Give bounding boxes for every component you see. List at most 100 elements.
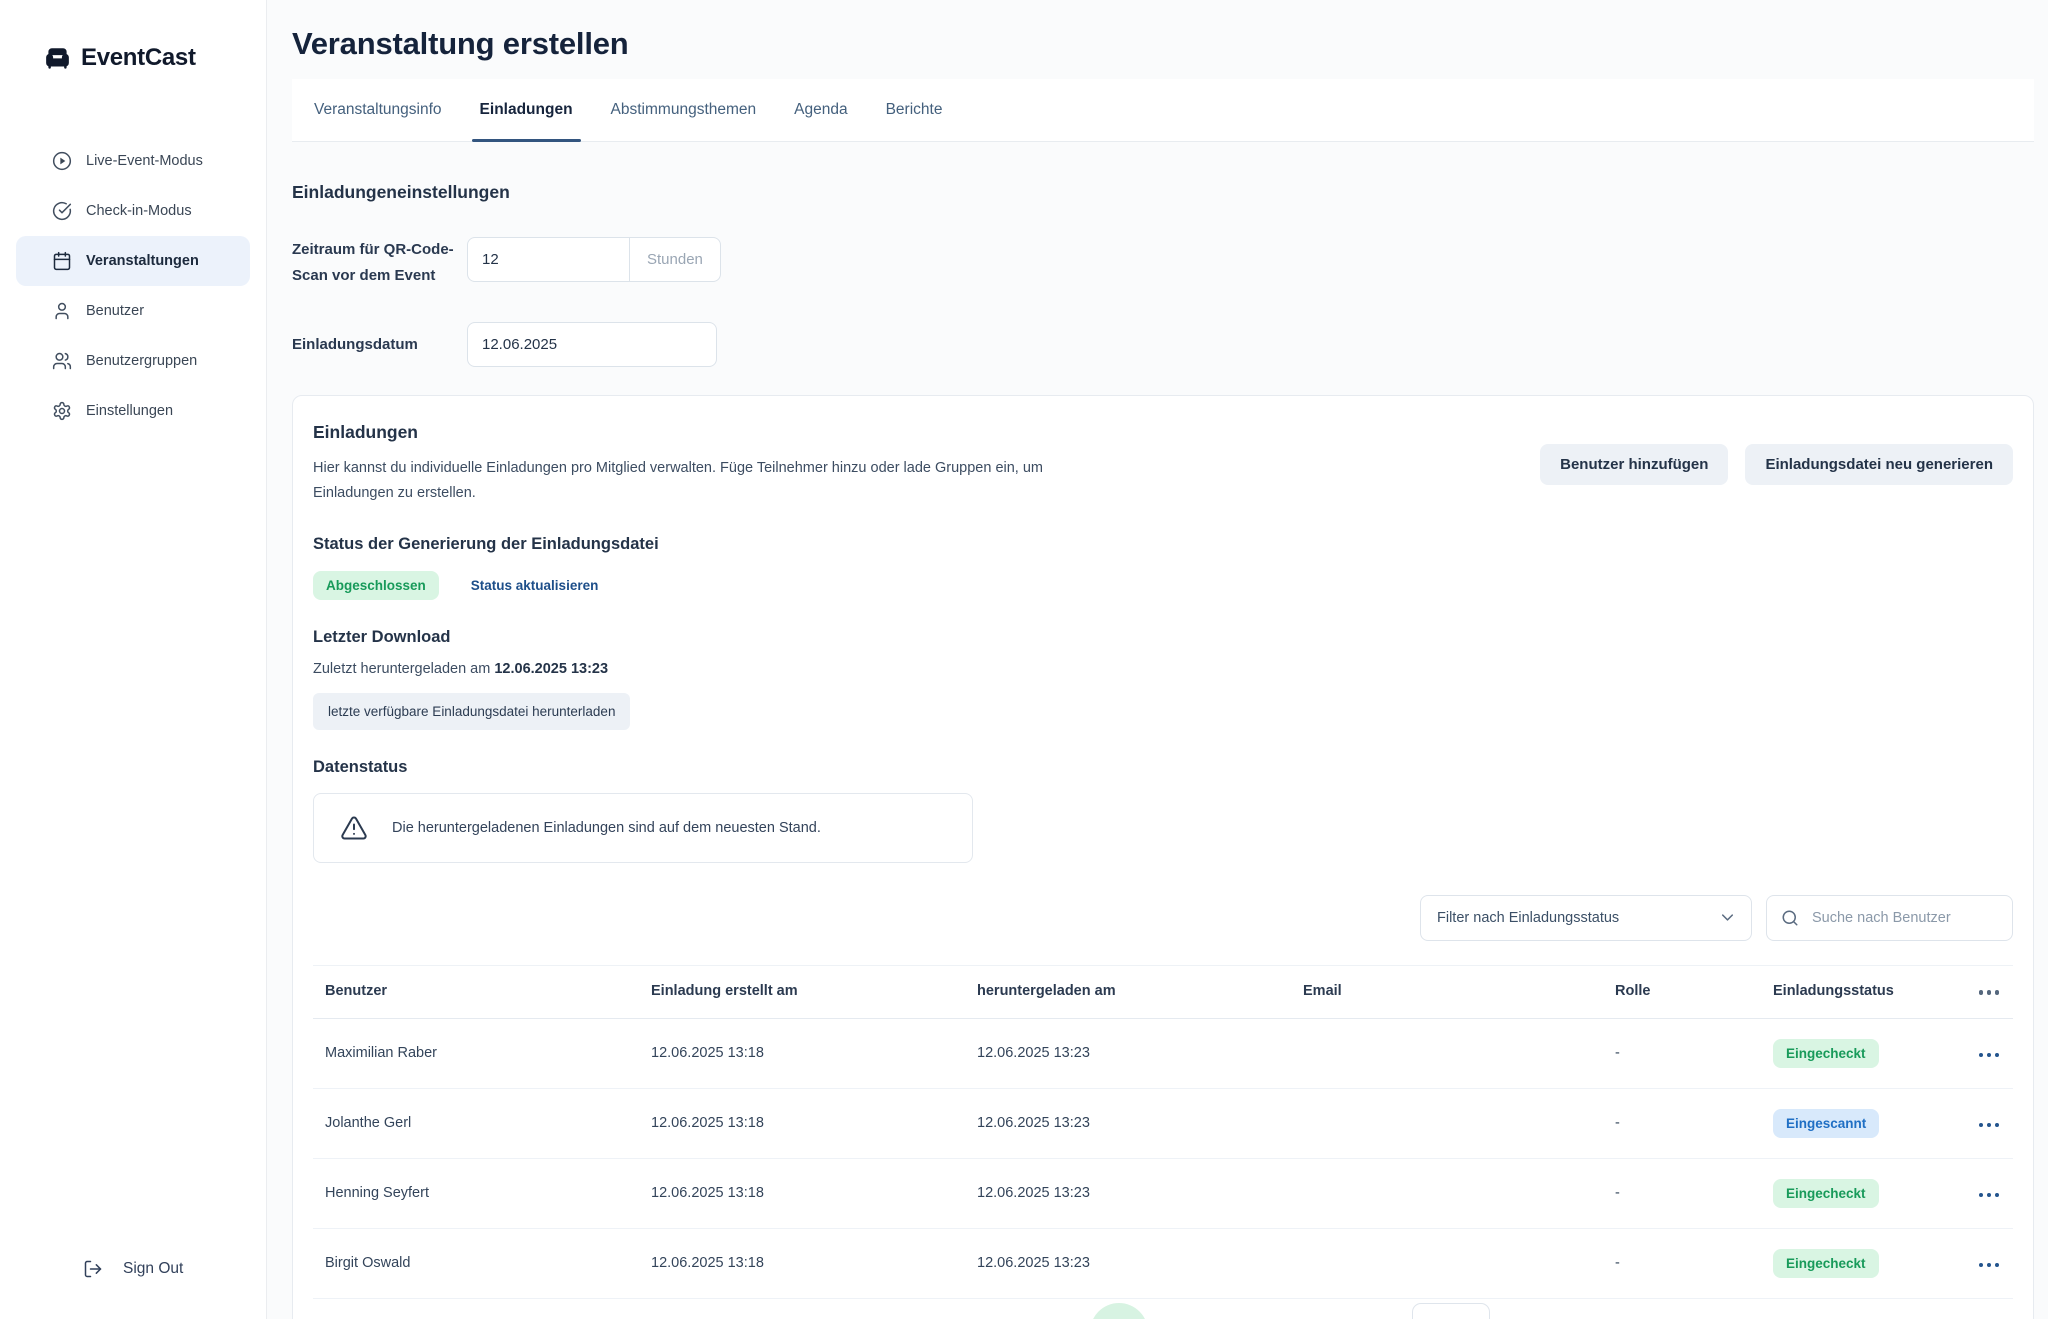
download-latest-file-button[interactable]: letzte verfügbare Einladungsdatei herunt… (313, 693, 630, 730)
cell-user: Maximilian Raber (313, 1018, 639, 1088)
invitation-status-filter-value: Filter nach Einladungsstatus (1437, 910, 1619, 926)
sidebar-item-label: Veranstaltungen (86, 253, 199, 269)
col-email: Email (1291, 965, 1603, 1018)
invitations-card-header: Einladungen Hier kannst du individuelle … (313, 422, 2013, 507)
qr-scan-window-label: Zeitraum für QR-Code-Scan vor dem Event (292, 237, 467, 288)
tab-abstimmungsthemen[interactable]: Abstimmungsthemen (611, 79, 757, 141)
invitation-date-input[interactable] (467, 322, 717, 367)
last-download-title: Letzter Download (313, 628, 2013, 647)
data-status-title: Datenstatus (313, 758, 2013, 777)
invitations-description: Hier kannst du individuelle Einladungen … (313, 456, 1043, 507)
sidebar-item-label: Check-in-Modus (86, 203, 192, 219)
cell-downloaded: 12.06.2025 13:23 (965, 1088, 1291, 1158)
col-erstellt-am: Einladung erstellt am (639, 965, 965, 1018)
calendar-icon (52, 251, 72, 271)
cell-created: 12.06.2025 13:18 (639, 1088, 965, 1158)
row-menu-icon[interactable] (1979, 1189, 2000, 1202)
cell-created: 12.06.2025 13:18 (639, 1228, 965, 1298)
tab-bar: Veranstaltungsinfo Einladungen Abstimmun… (292, 79, 2034, 142)
status-badge: Eingecheckt (1773, 1179, 1879, 1208)
cell-role: - (1603, 1298, 1761, 1319)
invitations-card: Einladungen Hier kannst du individuelle … (292, 395, 2034, 1319)
brand: EventCast (44, 44, 266, 72)
refresh-status-link[interactable]: Status aktualisieren (471, 578, 599, 593)
regenerate-invitation-file-button[interactable]: Einladungsdatei neu generieren (1745, 444, 2013, 485)
sidebar-item-label: Benutzer (86, 303, 144, 319)
last-download-text: Zuletzt heruntergeladen am 12.06.2025 13… (313, 661, 2013, 677)
sidebar-item-check-in-modus[interactable]: Check-in-Modus (16, 186, 250, 236)
table-header-row: Benutzer Einladung erstellt am herunterg… (313, 965, 2013, 1018)
status-badge: Eingescannt (1773, 1109, 1879, 1138)
table-toolbar: Filter nach Einladungsstatus (313, 895, 2013, 941)
gear-icon (52, 401, 72, 421)
table-row: Jolanthe Gerl 12.06.2025 13:18 12.06.202… (313, 1088, 2013, 1158)
sidebar: EventCast Live-Event-Modus Check-in-Modu… (0, 0, 267, 1319)
tab-einladungen[interactable]: Einladungen (480, 79, 573, 141)
sign-out-button[interactable]: Sign Out (0, 1259, 266, 1279)
cell-email (1291, 1018, 1603, 1088)
cell-role: - (1603, 1018, 1761, 1088)
status-badge: Eingecheckt (1773, 1249, 1879, 1278)
app-window: EventCast Live-Event-Modus Check-in-Modu… (0, 0, 2048, 1319)
chevron-down-icon (1718, 908, 1737, 927)
user-search (1766, 895, 2013, 941)
table-row: Birgit Oswald 12.06.2025 13:18 12.06.202… (313, 1228, 2013, 1298)
row-menu-icon[interactable] (1979, 1259, 2000, 1272)
warning-triangle-icon (340, 814, 368, 842)
page-title: Veranstaltung erstellen (292, 26, 2034, 62)
cell-downloaded: 12.06.2025 13:23 (965, 1018, 1291, 1088)
generation-status-badge: Abgeschlossen (313, 571, 439, 600)
armchair-logo-icon (44, 45, 71, 72)
cell-role: - (1603, 1158, 1761, 1228)
sidebar-item-veranstaltungen[interactable]: Veranstaltungen (16, 236, 250, 286)
col-benutzer: Benutzer (313, 965, 639, 1018)
sidebar-nav: Live-Event-Modus Check-in-Modus Veransta… (0, 136, 266, 436)
cell-email (1291, 1088, 1603, 1158)
tab-berichte[interactable]: Berichte (886, 79, 943, 141)
cell-created: 12.06.2025 13:18 (639, 1018, 965, 1088)
row-menu-icon[interactable] (1979, 1049, 2000, 1062)
generation-status-row: Abgeschlossen Status aktualisieren (313, 571, 2013, 600)
brand-name: EventCast (81, 44, 196, 72)
qr-scan-window-input-group: Stunden (467, 237, 721, 288)
users-icon (52, 351, 72, 371)
sidebar-item-benutzergruppen[interactable]: Benutzergruppen (16, 336, 250, 386)
logout-icon (83, 1259, 103, 1279)
user-icon (52, 301, 72, 321)
pagination-button-partial[interactable] (1412, 1303, 1490, 1319)
sidebar-item-live-event-modus[interactable]: Live-Event-Modus (16, 136, 250, 186)
tab-agenda[interactable]: Agenda (794, 79, 847, 141)
col-einladungsstatus: Einladungsstatus (1761, 965, 1948, 1018)
sign-out-label: Sign Out (123, 1260, 183, 1278)
check-circle-icon (52, 201, 72, 221)
sidebar-item-benutzer[interactable]: Benutzer (16, 286, 250, 336)
sidebar-item-label: Einstellungen (86, 403, 173, 419)
sidebar-item-einstellungen[interactable]: Einstellungen (16, 386, 250, 436)
table-row: Mehmet Bolling 12.06.2025 13:18 12.06.20… (313, 1298, 2013, 1319)
invitations-card-actions: Benutzer hinzufügen Einladungsdatei neu … (1540, 444, 2013, 485)
qr-scan-window-row: Zeitraum für QR-Code-Scan vor dem Event … (292, 237, 2034, 288)
cell-email (1291, 1158, 1603, 1228)
user-search-input[interactable] (1810, 909, 1998, 927)
cell-user: Birgit Oswald (313, 1228, 639, 1298)
invitations-card-intro: Einladungen Hier kannst du individuelle … (313, 422, 1043, 507)
main-content: Veranstaltung erstellen Veranstaltungsin… (267, 0, 2048, 1319)
cell-created: 12.06.2025 13:18 (639, 1298, 965, 1319)
invitation-date-row: Einladungsdatum (292, 322, 2034, 367)
qr-scan-window-input[interactable] (467, 237, 630, 282)
tab-veranstaltungsinfo[interactable]: Veranstaltungsinfo (314, 79, 442, 141)
cell-downloaded: 12.06.2025 13:23 (965, 1228, 1291, 1298)
invitation-status-filter[interactable]: Filter nach Einladungsstatus (1420, 895, 1752, 941)
row-menu-icon[interactable] (1979, 1119, 2000, 1132)
table-row: Henning Seyfert 12.06.2025 13:18 12.06.2… (313, 1158, 2013, 1228)
table-row: Maximilian Raber 12.06.2025 13:18 12.06.… (313, 1018, 2013, 1088)
cell-created: 12.06.2025 13:18 (639, 1158, 965, 1228)
col-heruntergeladen-am: heruntergeladen am (965, 965, 1291, 1018)
data-status-message: Die heruntergeladenen Einladungen sind a… (392, 820, 821, 836)
status-badge: Eingecheckt (1773, 1039, 1879, 1068)
add-user-button[interactable]: Benutzer hinzufügen (1540, 444, 1728, 485)
qr-scan-window-unit: Stunden (629, 237, 721, 282)
table-header-menu-icon[interactable] (1979, 986, 2000, 999)
sidebar-item-label: Live-Event-Modus (86, 153, 203, 169)
last-download-timestamp: 12.06.2025 13:23 (494, 661, 608, 677)
